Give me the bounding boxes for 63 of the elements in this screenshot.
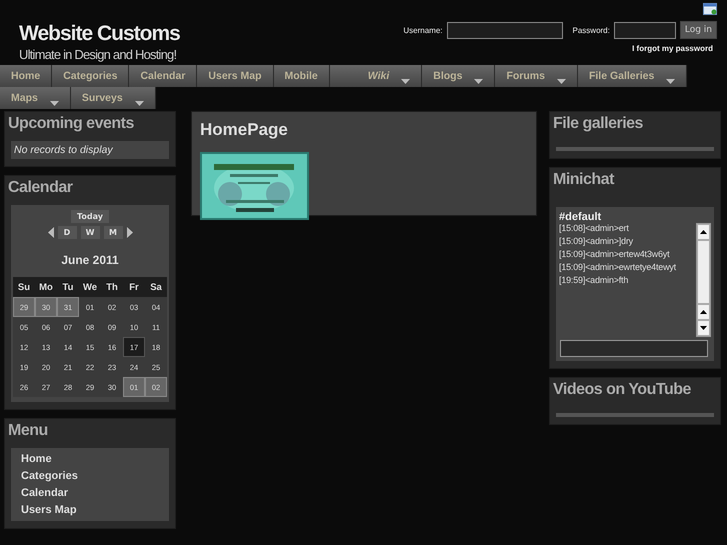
menu-link[interactable]: Categories — [21, 470, 159, 482]
weekday-header: Sa — [145, 277, 167, 297]
nav-tab[interactable]: Users Map — [197, 65, 274, 87]
nav-tab[interactable]: Calendar — [129, 65, 198, 87]
site-tagline: Ultimate in Design and Hosting! — [19, 46, 178, 64]
nav-tab[interactable]: File Galleries — [578, 65, 688, 87]
next-arrow-icon[interactable] — [126, 227, 132, 238]
weekday-header: We — [79, 277, 101, 297]
forgot-password-link[interactable]: I forgot my password — [632, 44, 713, 53]
caret-icon — [474, 78, 484, 84]
module-title: Minichat — [553, 171, 616, 189]
module-title: Menu — [8, 422, 49, 440]
nav-tab[interactable]: Blogs — [422, 65, 496, 87]
today-button[interactable]: Today — [71, 210, 109, 223]
caret-icon — [556, 78, 566, 84]
module-title: Videos on YouTube — [553, 381, 692, 399]
module-title: Calendar — [8, 179, 74, 197]
chat-message: [19:59]<admin>fth — [559, 275, 630, 285]
scroll-up-icon[interactable] — [700, 310, 707, 314]
nav-tab[interactable]: Wiki — [330, 65, 422, 87]
scrollbar[interactable] — [696, 223, 711, 337]
menu-link[interactable]: Calendar — [21, 487, 159, 499]
nav-tab[interactable]: Surveys — [70, 87, 156, 109]
chat-channel[interactable]: #default — [559, 211, 711, 223]
previous-arrow-icon[interactable] — [48, 227, 54, 238]
chat-message: [15:09]<admin>ewrtetye4tewyt — [559, 262, 677, 272]
chat-message: [15:09]<admin>]dry — [559, 236, 634, 246]
nav-tab[interactable]: Forums — [495, 65, 578, 87]
caret-icon — [134, 100, 144, 106]
weekday-header: Fr — [123, 277, 145, 297]
password-field[interactable] — [614, 22, 676, 38]
scroll-down-icon[interactable] — [700, 326, 707, 330]
menu-link[interactable]: Users Map — [21, 504, 159, 516]
caret-icon — [50, 100, 59, 106]
module-title: File galleries — [553, 115, 644, 133]
site-title[interactable]: Website Customs — [19, 22, 180, 46]
empty-message: No records to display — [11, 141, 169, 159]
chat-input[interactable] — [560, 340, 708, 357]
chat-message: [15:09]<admin>ertew4t3w6yt — [559, 249, 670, 259]
view-button[interactable]: W — [80, 226, 100, 239]
weekday-header: Th — [101, 277, 123, 297]
view-button[interactable]: M — [104, 226, 122, 239]
nav-tab[interactable]: Maps — [0, 87, 71, 109]
scroll-up-icon[interactable] — [700, 230, 707, 234]
menu-link[interactable]: Home — [21, 453, 159, 465]
password-label: Password: — [572, 26, 610, 34]
weekday-header: Mo — [35, 277, 57, 297]
login-button[interactable]: Log in — [680, 21, 717, 39]
username-field[interactable] — [446, 22, 562, 38]
nav-tab[interactable]: Home — [0, 65, 52, 87]
username-label: Username: — [403, 26, 442, 34]
window-icon[interactable] — [703, 3, 717, 15]
weekday-header: Su — [13, 277, 35, 297]
caret-icon — [401, 78, 410, 84]
view-button[interactable]: D — [58, 226, 76, 239]
month-title: June 2011 — [61, 253, 119, 267]
chat-message: [15:08]<admin>ert — [559, 223, 630, 233]
page-title: HomePage — [200, 120, 289, 140]
nav-tab[interactable]: Mobile — [274, 65, 330, 87]
module-title: Upcoming events — [8, 115, 135, 133]
caret-icon — [666, 78, 676, 84]
weekday-header: Tu — [57, 277, 79, 297]
nav-tab[interactable]: Categories — [52, 65, 130, 87]
